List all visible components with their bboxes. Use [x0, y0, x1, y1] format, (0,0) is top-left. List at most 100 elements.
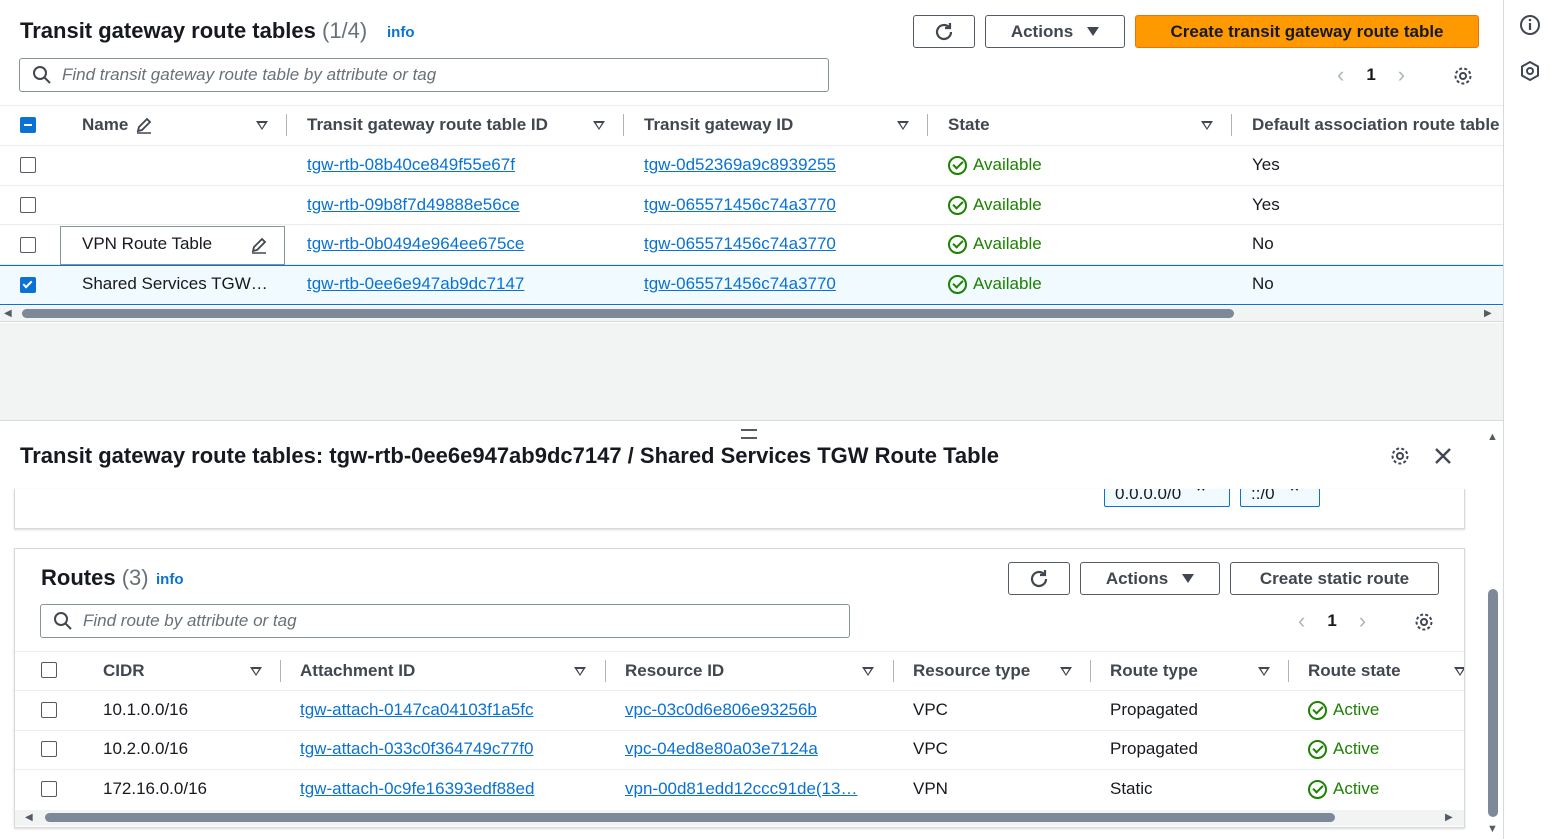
scroll-right-icon[interactable]: ▶ [1445, 812, 1453, 823]
prev-page-icon[interactable]: ‹ [1337, 62, 1344, 88]
info-link[interactable]: info [387, 24, 415, 41]
column-divider[interactable] [280, 660, 281, 682]
cidr-token[interactable]: 0.0.0.0/0 ⌃ [1104, 489, 1230, 507]
sort-caret-icon[interactable] [862, 667, 874, 676]
edit-pencil-icon[interactable] [250, 236, 268, 254]
next-page-icon[interactable]: › [1359, 608, 1366, 634]
sort-caret-icon[interactable] [1060, 667, 1072, 676]
routes-horizontal-scrollbar[interactable]: ◀ ▶ [15, 810, 1464, 826]
sort-caret-icon[interactable] [250, 667, 262, 676]
scroll-right-icon[interactable]: ▶ [1484, 308, 1492, 319]
sort-caret-icon[interactable] [1454, 667, 1464, 676]
attachment-id-link[interactable]: tgw-attach-0147ca04103f1a5fc [300, 700, 533, 720]
info-link[interactable]: info [156, 571, 184, 588]
column-divider[interactable] [623, 114, 624, 136]
prev-page-icon[interactable]: ‹ [1298, 608, 1305, 634]
column-header-resource-id[interactable]: Resource ID [625, 661, 724, 681]
scroll-down-icon[interactable]: ▼ [1487, 823, 1498, 835]
resource-id-link[interactable]: vpc-03c0d6e806e93256b [625, 700, 817, 720]
column-header-route-type[interactable]: Route type [1110, 661, 1198, 681]
check-circle-icon [1308, 779, 1327, 799]
route-table-id-link[interactable]: tgw-rtb-09b8f7d49888e56ce [307, 195, 520, 215]
sort-caret-icon[interactable] [593, 121, 605, 130]
route-table-id-link[interactable]: tgw-rtb-0b0494e964ee675ce [307, 234, 524, 254]
route-type-value: Propagated [1110, 700, 1198, 719]
row-divider [15, 769, 1464, 770]
column-divider[interactable] [1288, 660, 1289, 682]
column-divider[interactable] [927, 114, 928, 136]
column-header-cidr[interactable]: CIDR [103, 661, 145, 681]
row-checkbox[interactable] [41, 702, 57, 718]
column-divider[interactable] [605, 660, 606, 682]
sort-caret-icon[interactable] [256, 121, 268, 130]
resource-type-value: VPC [913, 739, 948, 758]
settings-gear-icon[interactable] [1413, 611, 1435, 633]
next-page-icon[interactable]: › [1398, 62, 1405, 88]
row-checkbox[interactable] [20, 197, 36, 213]
resource-id-link[interactable]: vpc-04ed8e80a03e7124a [625, 739, 818, 759]
scrollbar-thumb[interactable] [45, 813, 1335, 822]
row-checkbox-selected[interactable] [20, 277, 36, 293]
transit-gateway-id-link[interactable]: tgw-065571456c74a3770 [644, 274, 836, 294]
resource-type-value: VPN [913, 779, 948, 798]
scrollbar-thumb[interactable] [1488, 589, 1498, 817]
column-header-tgw-id[interactable]: Transit gateway ID [644, 115, 793, 135]
route-table-id-link[interactable]: tgw-rtb-08b40ce849f55e67f [307, 155, 515, 175]
row-checkbox[interactable] [20, 157, 36, 173]
cidr-token[interactable]: ::/0 ⌃ [1240, 489, 1320, 507]
row-checkbox[interactable] [41, 741, 57, 757]
row-checkbox[interactable] [41, 781, 57, 797]
column-header-default-assoc[interactable]: Default association route table [1252, 115, 1500, 135]
column-divider[interactable] [893, 660, 894, 682]
settings-gear-icon[interactable] [1452, 65, 1474, 87]
transit-gateway-id-link[interactable]: tgw-065571456c74a3770 [644, 234, 836, 254]
resource-id-link[interactable]: vpn-00d81edd12ccc91de(13… [625, 779, 858, 799]
column-divider[interactable] [1090, 660, 1091, 682]
row-checkbox[interactable] [20, 237, 36, 253]
column-header-state[interactable]: State [948, 115, 990, 135]
route-table-id-link[interactable]: tgw-rtb-0ee6e947ab9dc7147 [307, 274, 524, 294]
route-table-search[interactable]: Find transit gateway route table by attr… [19, 58, 829, 92]
attachment-id-link[interactable]: tgw-attach-033c0f364749c77f0 [300, 739, 533, 759]
column-header-route-state[interactable]: Route state [1308, 661, 1401, 681]
create-route-table-button[interactable]: Create transit gateway route table [1135, 15, 1479, 48]
scroll-left-icon[interactable]: ◀ [4, 308, 12, 319]
cidr-value: 172.16.0.0/16 [103, 779, 207, 798]
horizontal-scrollbar[interactable]: ◀ ▶ [0, 306, 1503, 322]
page-number[interactable]: 1 [1327, 611, 1336, 631]
routes-actions-dropdown[interactable]: Actions [1080, 562, 1220, 595]
page-number[interactable]: 1 [1366, 65, 1375, 85]
scroll-up-icon[interactable]: ▲ [1487, 431, 1498, 443]
hexagon-icon[interactable] [1519, 60, 1541, 82]
token-label: ::/0 [1251, 489, 1275, 503]
scrollbar-thumb[interactable] [22, 309, 1234, 318]
column-header-resource-type[interactable]: Resource type [913, 661, 1030, 681]
select-all-checkbox[interactable] [41, 662, 57, 678]
sort-caret-icon[interactable] [1201, 121, 1213, 130]
column-divider[interactable] [1231, 114, 1232, 136]
scroll-left-icon[interactable]: ◀ [25, 812, 33, 823]
routes-refresh-button[interactable] [1008, 562, 1070, 595]
column-header-rtb-id[interactable]: Transit gateway route table ID [307, 115, 548, 135]
transit-gateway-id-link[interactable]: tgw-065571456c74a3770 [644, 195, 836, 215]
route-search[interactable]: Find route by attribute or tag [40, 604, 850, 638]
select-all-checkbox[interactable] [20, 117, 36, 133]
tools-rail [1503, 0, 1554, 839]
create-static-route-button[interactable]: Create static route [1230, 562, 1439, 595]
check-circle-icon [1308, 739, 1327, 759]
column-header-attachment-id[interactable]: Attachment ID [300, 661, 415, 681]
attachment-id-link[interactable]: tgw-attach-0c9fe16393edf88ed [300, 779, 534, 799]
info-circle-icon[interactable] [1519, 14, 1541, 36]
transit-gateway-id-link[interactable]: tgw-0d52369a9c8939255 [644, 155, 836, 175]
resize-handle[interactable] [741, 429, 757, 439]
close-icon[interactable] [1433, 446, 1453, 466]
column-header-name[interactable]: Name [82, 115, 128, 135]
vertical-scrollbar[interactable]: ▲ ▼ [1484, 431, 1502, 836]
actions-dropdown[interactable]: Actions [985, 15, 1125, 48]
sort-caret-icon[interactable] [574, 667, 586, 676]
sort-caret-icon[interactable] [897, 121, 909, 130]
refresh-button[interactable] [913, 15, 975, 48]
column-divider[interactable] [286, 114, 287, 136]
sort-caret-icon[interactable] [1258, 667, 1270, 676]
preferences-gear-icon[interactable] [1389, 445, 1411, 467]
